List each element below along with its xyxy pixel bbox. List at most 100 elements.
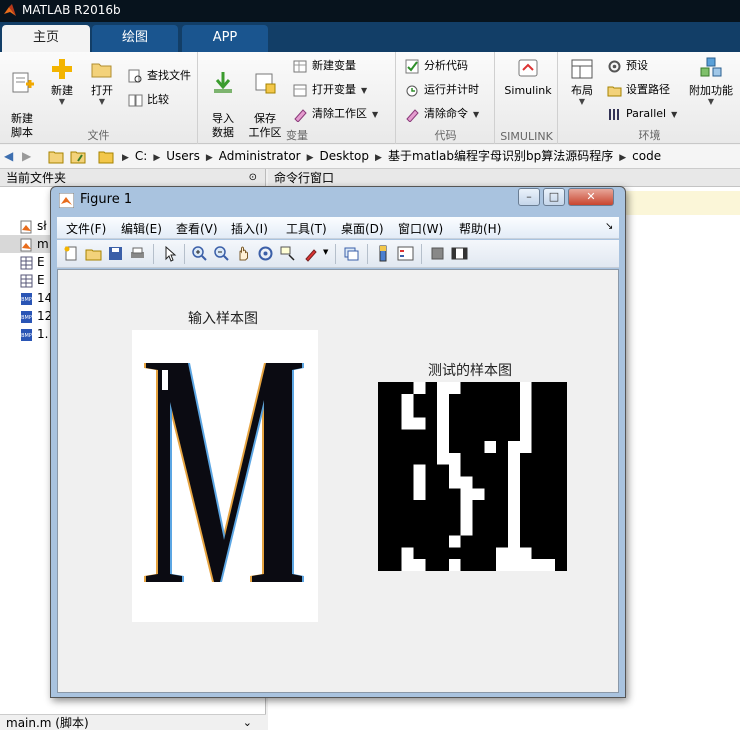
- figure-menu-item[interactable]: 窗口(W): [398, 220, 443, 237]
- svg-text:BMP: BMP: [21, 333, 32, 339]
- bmp-file-icon: BMP: [21, 310, 32, 323]
- zoom-out-icon[interactable]: [213, 245, 230, 262]
- file-details-bar[interactable]: main.m (脚本) ⌄: [0, 714, 266, 730]
- chevron-down-icon[interactable]: ⌄: [243, 715, 252, 730]
- file-row[interactable]: BMP 12: [20, 307, 52, 325]
- minimize-button[interactable]: –: [518, 188, 540, 206]
- save-icon[interactable]: [107, 245, 124, 262]
- breadcrumb[interactable]: ▶ C: ▶ Users ▶ Administrator ▶ Desktop ▶ 基于matlab…: [122, 145, 667, 169]
- parallel-button[interactable]: Parallel ▼: [607, 104, 677, 124]
- up-folder-icon[interactable]: [48, 149, 64, 164]
- dock-arrow-icon[interactable]: ↘: [605, 221, 613, 232]
- figure-menu-item[interactable]: 查看(V): [176, 220, 218, 237]
- forward-arrow-icon[interactable]: ▶: [22, 145, 31, 167]
- breadcrumb-separator-icon: ▶: [122, 153, 129, 163]
- addons-button[interactable]: 附加功能 ▼: [685, 56, 737, 106]
- maximize-button[interactable]: □: [543, 188, 565, 206]
- rotate-icon[interactable]: [257, 245, 274, 262]
- pan-icon[interactable]: [235, 245, 252, 262]
- figure-canvas[interactable]: 输入样本图 测试的样本图: [57, 269, 619, 693]
- chevron-down-icon: ▼: [372, 110, 379, 119]
- new-figure-icon[interactable]: [63, 245, 80, 262]
- excel-file-icon: [20, 256, 33, 269]
- breadcrumb-item[interactable]: Users: [166, 149, 200, 163]
- figure-window[interactable]: Figure 1 – □ ✕ 文件(F) 编辑(E) 查看(V) 插入(I) 工具(T)…: [50, 186, 626, 698]
- simulink-button[interactable]: Simulink: [502, 56, 554, 98]
- find-files-button[interactable]: 查找文件: [128, 66, 191, 86]
- new-button[interactable]: 新建 ▼: [44, 56, 80, 106]
- address-bar: ◀ ▶ ▶ C: ▶ Users ▶ Administrator ▶ Desktop ▶ 基于ma…: [0, 145, 740, 169]
- parallel-icon: [609, 108, 619, 120]
- zoom-in-icon[interactable]: [191, 245, 208, 262]
- tab-home[interactable]: 主页: [2, 25, 90, 52]
- file-row[interactable]: sł: [20, 217, 47, 235]
- import-data-icon: [214, 72, 232, 93]
- clear-commands-button[interactable]: 清除命令 ▼: [405, 104, 479, 124]
- set-path-button[interactable]: 设置路径: [607, 80, 670, 100]
- figure-menu-item[interactable]: 编辑(E): [121, 220, 162, 237]
- compare-button[interactable]: 比较: [128, 90, 169, 110]
- figure-menubar: 文件(F) 编辑(E) 查看(V) 插入(I) 工具(T) 桌面(D) 窗口(W) 帮助(H): [57, 217, 619, 239]
- figure-menu-item[interactable]: 插入(I): [231, 220, 268, 237]
- browse-folder-icon[interactable]: [70, 149, 86, 164]
- hide-plot-tools-icon[interactable]: [429, 245, 446, 262]
- open-variable-button[interactable]: 打开变量 ▼: [293, 80, 367, 100]
- matlab-logo-icon: [4, 4, 16, 16]
- tab-apps[interactable]: APP: [182, 25, 268, 52]
- svg-text:BMP: BMP: [21, 297, 32, 303]
- section-label-code: 代码: [434, 129, 457, 142]
- clear-workspace-icon: [294, 108, 307, 122]
- data-cursor-icon[interactable]: [279, 245, 296, 262]
- matlab-logo-icon: [59, 193, 74, 208]
- close-button[interactable]: ✕: [568, 188, 614, 206]
- new-variable-button[interactable]: 新建变量: [293, 56, 356, 76]
- set-path-icon: [607, 86, 622, 96]
- print-icon[interactable]: [129, 245, 146, 262]
- breadcrumb-item[interactable]: C:: [135, 149, 147, 163]
- breadcrumb-separator-icon: ▶: [153, 153, 161, 163]
- brush-icon[interactable]: [303, 245, 320, 262]
- section-label-environment: 环境: [638, 129, 661, 142]
- show-plot-tools-icon[interactable]: [451, 245, 468, 262]
- breadcrumb-item[interactable]: 基于matlab编程字母识别bp算法源码程序: [388, 149, 613, 163]
- toolbar-separator: [421, 244, 422, 264]
- analyze-code-button[interactable]: 分析代码: [405, 56, 468, 76]
- open-button[interactable]: 打开 ▼: [84, 56, 120, 106]
- file-row-selected[interactable]: m: [0, 235, 50, 253]
- breadcrumb-item[interactable]: Administrator: [219, 149, 301, 163]
- file-row[interactable]: BMP 14: [20, 289, 52, 307]
- chevron-down-icon[interactable]: ▼: [323, 248, 328, 256]
- run-and-time-button[interactable]: 运行并计时: [405, 80, 479, 100]
- pointer-icon[interactable]: [161, 245, 178, 262]
- link-icon[interactable]: [343, 245, 360, 262]
- input-sample-image[interactable]: [132, 330, 318, 622]
- figure-menu-item[interactable]: 桌面(D): [341, 220, 384, 237]
- clear-workspace-button[interactable]: 清除工作区 ▼: [293, 104, 378, 124]
- file-row[interactable]: BMP 1.: [20, 325, 48, 343]
- figure-menu-item[interactable]: 工具(T): [286, 220, 327, 237]
- test-sample-image[interactable]: [378, 382, 567, 571]
- figure-menu-item[interactable]: 文件(F): [66, 220, 106, 237]
- breadcrumb-item[interactable]: Desktop: [320, 149, 370, 163]
- panel-menu-icon[interactable]: ⊙: [249, 169, 257, 187]
- figure-menu-item[interactable]: 帮助(H): [459, 220, 501, 237]
- layout-icon: [571, 59, 593, 79]
- legend-icon[interactable]: [397, 245, 414, 262]
- back-arrow-icon[interactable]: ◀: [4, 145, 13, 167]
- tab-plots[interactable]: 绘图: [92, 25, 178, 52]
- window-title: MATLAB R2016b: [22, 3, 121, 17]
- layout-button[interactable]: 布局 ▼: [565, 56, 599, 106]
- ribbon-section-code: 分析代码 运行并计时 清除命令 ▼ 代码: [397, 52, 495, 144]
- colorbar-icon[interactable]: [375, 245, 392, 262]
- ribbon: 新建 脚本 新建 ▼ 打开 ▼ 查找文件 比较 文件 导入 数据 保存 工作区 …: [0, 52, 740, 144]
- open-file-icon[interactable]: [85, 245, 102, 262]
- file-row[interactable]: E: [20, 253, 45, 271]
- breadcrumb-item[interactable]: code: [632, 149, 661, 163]
- file-row[interactable]: E: [20, 271, 45, 289]
- letter-m-glyph: [146, 363, 302, 582]
- toolbar-separator: [335, 244, 336, 264]
- preferences-button[interactable]: 预设: [607, 56, 648, 76]
- simulink-icon: [518, 59, 538, 77]
- new-script-icon: [12, 72, 34, 93]
- folder-icon: [98, 151, 114, 164]
